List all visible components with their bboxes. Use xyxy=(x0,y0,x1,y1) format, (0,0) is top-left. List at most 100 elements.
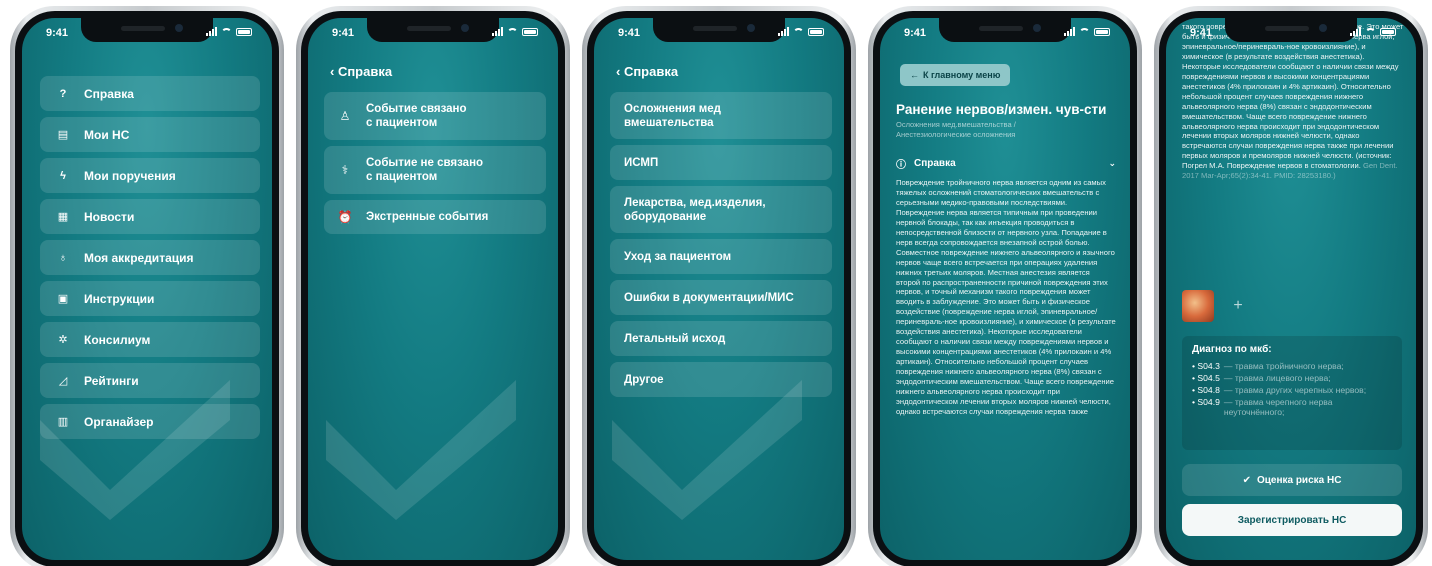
menu-item-my-tasks[interactable]: ϟ Мои поручения xyxy=(40,158,260,193)
subcategory-item[interactable]: Другое xyxy=(610,362,832,397)
subcategory-item[interactable]: Ошибки в документации/МИС xyxy=(610,280,832,315)
menu-item-ratings[interactable]: ◿ Рейтинги xyxy=(40,363,260,398)
document-icon: ▤ xyxy=(57,129,69,141)
news-icon: ▦ xyxy=(57,211,69,223)
menu-item-council[interactable]: ✲ Консилиум xyxy=(40,322,260,357)
item-line1: Экстренные события xyxy=(366,211,489,223)
menu-item-instructions[interactable]: ▣ Инструкции xyxy=(40,281,260,316)
status-bar: 9:41 xyxy=(1166,18,1416,48)
battery-icon xyxy=(808,27,824,36)
subcategory-item[interactable]: Уход за пациентом xyxy=(610,239,832,274)
signal-icon xyxy=(492,27,503,36)
chart-icon: ◿ xyxy=(58,375,68,387)
menu-item-label: Рейтинги xyxy=(84,373,139,388)
help-circle-icon: ? xyxy=(59,87,67,100)
menu-item-accreditation[interactable]: ♁ Моя аккредитация xyxy=(40,240,260,275)
battery-icon xyxy=(522,27,538,36)
diagnosis-box: Диагноз по мкб: • S04.3— травма тройничн… xyxy=(1182,336,1402,450)
item-line1: Событие не связано xyxy=(366,157,484,169)
signal-icon xyxy=(778,27,789,36)
risk-assessment-button[interactable]: ✔ Оценка риска НС xyxy=(1182,464,1402,496)
menu-item-my-ns[interactable]: ▤ Мои НС xyxy=(40,117,260,152)
screen-help: 9:41 ‹ Справка ♙ Событие связано с пациент… xyxy=(308,18,558,560)
help-section-toggle[interactable]: ⓘ Справка ⌄ xyxy=(896,156,1116,171)
stethoscope-icon: ⚕ xyxy=(341,163,349,177)
phone-help: 9:41 ‹ Справка ♙ Событие связано с пациент… xyxy=(296,6,570,566)
wifi-icon xyxy=(507,27,518,36)
status-time: 9:41 xyxy=(332,27,355,39)
help-circle-icon: ⓘ xyxy=(896,160,906,171)
subcategory-item[interactable]: Летальный исход xyxy=(610,321,832,356)
plus-icon[interactable]: + xyxy=(1226,294,1250,318)
signal-icon xyxy=(1350,27,1361,36)
status-bar: 9:41 xyxy=(308,18,558,48)
signal-icon xyxy=(206,27,217,36)
article-body: Повреждение тройничного нерва является о… xyxy=(896,178,1116,416)
menu-item-organizer[interactable]: ▥ Органайзер xyxy=(40,404,260,439)
phone-article-bottom: такого повреждения может вводить в заблу… xyxy=(1154,6,1428,566)
person-icon: ♙ xyxy=(339,109,351,123)
attachments: + xyxy=(1182,290,1250,322)
phone-article: 9:41 ← К главному меню Ранение нервов/изм… xyxy=(868,6,1142,566)
screen-article-bottom: такого повреждения может вводить в заблу… xyxy=(1166,18,1416,560)
screen-article: 9:41 ← К главному меню Ранение нервов/изм… xyxy=(880,18,1130,560)
image-thumbnail[interactable] xyxy=(1182,290,1214,322)
menu-item-label: Мои поручения xyxy=(84,168,176,183)
calendar-icon: ▥ xyxy=(57,416,69,428)
arrow-left-icon: ← xyxy=(910,70,919,80)
signal-icon xyxy=(1064,27,1075,36)
screen-subcategories: 9:41 ‹ Справка Осложнения мед вмешательст… xyxy=(594,18,844,560)
bulb-icon: ♁ xyxy=(58,251,68,264)
menu-item-news[interactable]: ▦ Новости xyxy=(40,199,260,234)
diagnosis-item: • S04.3— травма тройничного нерва; xyxy=(1192,361,1344,371)
instructions-icon: ▣ xyxy=(57,293,69,305)
back-to-main-button[interactable]: ← К главному меню xyxy=(900,64,1011,86)
diagnosis-title: Диагноз по мкб: xyxy=(1192,344,1272,355)
phone-subcategories: 9:41 ‹ Справка Осложнения мед вмешательст… xyxy=(582,6,856,566)
category-patient-related[interactable]: ♙ Событие связано с пациентом xyxy=(324,92,546,140)
category-not-patient-related[interactable]: ⚕ Событие не связано с пациентом xyxy=(324,146,546,194)
wifi-icon xyxy=(793,27,804,36)
menu-item-label: Мои НС xyxy=(84,127,130,142)
register-ns-button[interactable]: Зарегистрировать НС xyxy=(1182,504,1402,536)
battery-icon xyxy=(236,27,252,36)
subcategory-item[interactable]: Осложнения мед вмешательства xyxy=(610,92,832,139)
status-bar: 9:41 xyxy=(880,18,1130,48)
category-emergency[interactable]: ⏰ Экстренные события xyxy=(324,200,546,234)
status-bar: 9:41 xyxy=(22,18,272,48)
wifi-icon xyxy=(1365,27,1376,36)
item-line2: с пациентом xyxy=(366,171,438,183)
menu-item-help[interactable]: ? Справка xyxy=(40,76,260,111)
status-time: 9:41 xyxy=(618,27,641,39)
back-header[interactable]: ‹ Справка xyxy=(616,64,678,79)
main-menu: ? Справка ▤ Мои НС ϟ Мои поручения ▦ Новости… xyxy=(40,76,260,445)
group-icon: ✲ xyxy=(58,334,68,346)
battery-icon xyxy=(1380,27,1396,36)
diagnosis-item: • S04.5— травма лицевого нерва; xyxy=(1192,373,1331,383)
wifi-icon xyxy=(1079,27,1090,36)
menu-item-label: Консилиум xyxy=(84,332,151,347)
battery-icon xyxy=(1094,27,1110,36)
menu-item-label: Инструкции xyxy=(84,291,155,306)
menu-item-label: Справка xyxy=(84,86,134,101)
subcategory-list: Осложнения мед вмешательства ИСМП Лекарст… xyxy=(610,92,832,403)
status-time: 9:41 xyxy=(46,27,69,39)
status-time: 9:41 xyxy=(1190,27,1213,39)
back-header[interactable]: ‹ Справка xyxy=(330,64,392,79)
status-bar: 9:41 xyxy=(594,18,844,48)
status-time: 9:41 xyxy=(904,27,927,39)
item-line2: с пациентом xyxy=(366,117,438,129)
lightning-icon: ϟ xyxy=(60,169,66,182)
breadcrumb: Осложнения мед.вмешательства / Анестезиол… xyxy=(896,120,1016,139)
subcategory-item[interactable]: ИСМП xyxy=(610,145,832,180)
subcategory-item[interactable]: Лекарства, мед.изделия, оборудование xyxy=(610,186,832,233)
help-categories: ♙ Событие связано с пациентом ⚕ Событие не … xyxy=(324,92,546,240)
alarm-icon: ⏰ xyxy=(337,210,353,224)
screen-main-menu: 9:41 ? Справка ▤ Мои НС ϟ Мои поручения ▦ Но… xyxy=(22,18,272,560)
menu-item-label: Новости xyxy=(84,209,135,224)
menu-item-label: Моя аккредитация xyxy=(84,250,194,265)
wifi-icon xyxy=(221,27,232,36)
diagnosis-item: • S04.9— травма черепного нерва неуточнё… xyxy=(1192,397,1333,417)
item-line1: Событие связано xyxy=(366,103,467,115)
check-badge-icon: ✔ xyxy=(1242,474,1251,486)
